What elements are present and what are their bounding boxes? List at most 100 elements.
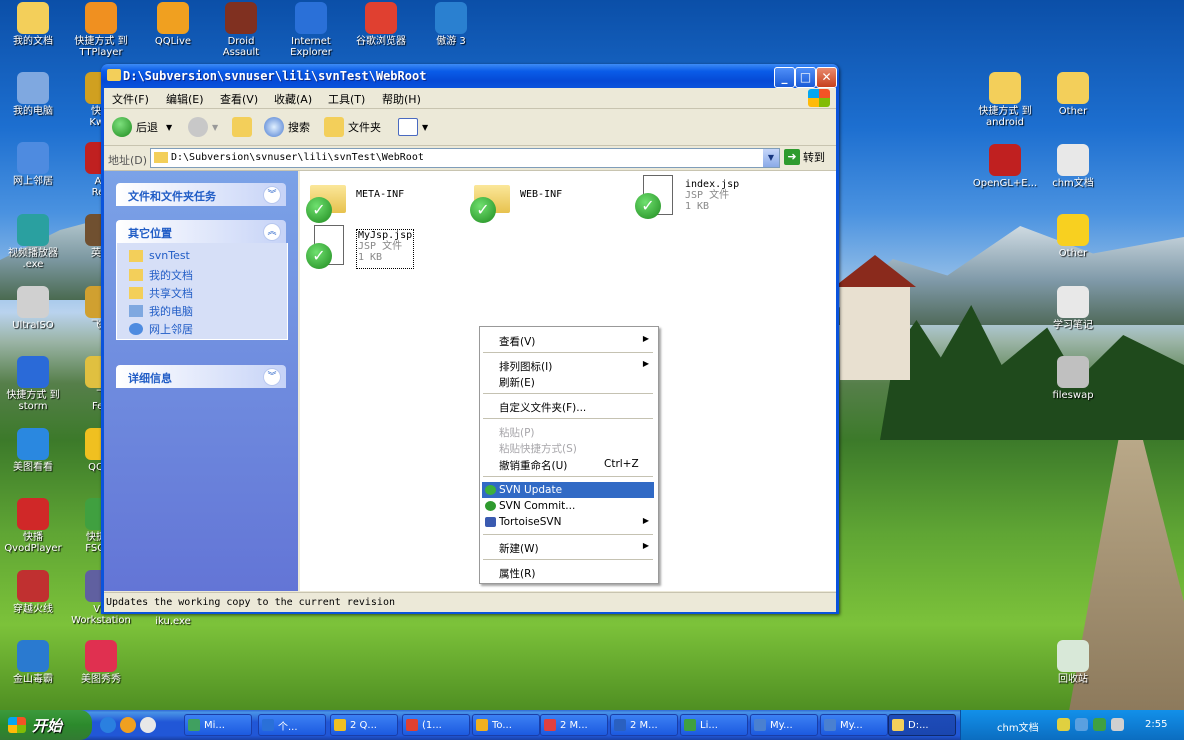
- menu-item-properties[interactable]: 属性(R): [482, 564, 654, 580]
- file-item-web-inf[interactable]: ✓ WEB-INF: [470, 179, 562, 223]
- menu-item-arrange-icons[interactable]: 排列图标(I) ▶: [482, 357, 654, 373]
- link-my-computer[interactable]: 我的电脑: [129, 303, 193, 319]
- desktop-icon-left-7[interactable]: 快播 QvodPlayer: [0, 498, 70, 554]
- collapse-chevron-icon[interactable]: ︽: [263, 223, 281, 241]
- folders-button[interactable]: 文件夹: [324, 115, 381, 139]
- desktop-icon-top-0[interactable]: QQLive: [136, 2, 210, 47]
- desktop-icon-right-4[interactable]: Other: [1036, 214, 1110, 259]
- desktop-icon-right-3[interactable]: chm文档: [1036, 144, 1110, 189]
- menu-file[interactable]: 文件(F): [112, 91, 149, 107]
- desktop-icon-left-5[interactable]: 快捷方式 到 storm: [0, 356, 70, 412]
- up-folder-button[interactable]: [232, 115, 256, 139]
- maximize-button[interactable]: □: [795, 67, 816, 88]
- panel-header-details[interactable]: 详细信息 ︾: [116, 365, 286, 388]
- desktop-icon-left-2[interactable]: 网上邻居: [0, 142, 70, 187]
- desktop-icon-top-2[interactable]: Internet Explorer: [274, 2, 348, 58]
- taskbar-button-7[interactable]: Li...: [680, 714, 748, 736]
- desktop-icon-col2-0[interactable]: 快捷方式 到 TTPlayer: [64, 2, 138, 58]
- menu-favorites[interactable]: 收藏(A): [274, 91, 312, 107]
- quicklaunch-desktop-icon[interactable]: [140, 717, 156, 733]
- desktop-icon-right-0[interactable]: 快捷方式 到 android: [968, 72, 1042, 128]
- taskbar-button-10[interactable]: D:...: [888, 714, 956, 736]
- file-item-index-jsp[interactable]: ✓ index.jsp JSP 文件 1 KB: [635, 175, 739, 219]
- taskbar-button-6[interactable]: 2 M...: [610, 714, 678, 736]
- panel-header-tasks[interactable]: 文件和文件夹任务 ︾: [116, 183, 286, 206]
- back-button[interactable]: 后退 ▼: [112, 115, 172, 139]
- link-network-places[interactable]: 网上邻居: [129, 321, 193, 337]
- menu-item-view[interactable]: 查看(V) ▶: [482, 332, 654, 348]
- app-icon: [17, 570, 49, 602]
- tray-network-icon[interactable]: [1075, 718, 1088, 731]
- link-shared-documents[interactable]: 共享文档: [129, 285, 193, 301]
- minimize-button[interactable]: _: [774, 67, 795, 88]
- quicklaunch-ie-icon[interactable]: [100, 717, 116, 733]
- link-svntest[interactable]: svnTest: [129, 249, 190, 262]
- taskbar-button-8[interactable]: My...: [750, 714, 818, 736]
- expand-chevron-icon[interactable]: ︾: [263, 368, 281, 386]
- file-item-myjsp-jsp[interactable]: ✓ MyJsp.jsp JSP 文件 1 KB: [306, 225, 415, 269]
- desktop-icon-right-2[interactable]: OpenGL+E...: [968, 144, 1042, 189]
- menu-item-label: 撤销重命名(U): [499, 460, 568, 472]
- desktop-icon-right-7[interactable]: 回收站: [1036, 640, 1110, 685]
- task-label: 2 M...: [630, 719, 658, 731]
- desktop-icon-right-1[interactable]: Other: [1036, 72, 1110, 117]
- taskbar-button-2[interactable]: 2 Q...: [330, 714, 398, 736]
- menu-view[interactable]: 查看(V): [220, 91, 258, 107]
- desktop-icon-label: Internet Explorer: [290, 36, 332, 58]
- menu-edit[interactable]: 编辑(E): [166, 91, 204, 107]
- menu-help[interactable]: 帮助(H): [382, 91, 421, 107]
- desktop-icon-iku[interactable]: iku.exe: [136, 616, 210, 627]
- taskbar-button-1[interactable]: 个...: [258, 714, 326, 736]
- desktop-icon-left-9[interactable]: 金山毒霸: [0, 640, 70, 685]
- expand-chevron-icon[interactable]: ︾: [263, 186, 281, 204]
- taskbar-button-0[interactable]: Mi...: [184, 714, 252, 736]
- desktop-icon-left-8[interactable]: 穿越火线: [0, 570, 70, 615]
- go-button[interactable]: ➜ 转到: [784, 149, 825, 165]
- desktop-icon-top-1[interactable]: Droid Assault: [204, 2, 278, 58]
- quicklaunch-app-icon[interactable]: [120, 717, 136, 733]
- desktop-icon-right-5[interactable]: 学习笔记: [1036, 286, 1110, 331]
- window-titlebar[interactable]: D:\Subversion\svnuser\lili\svnTest\WebRo…: [101, 64, 839, 88]
- tray-security-icon[interactable]: [1093, 718, 1106, 731]
- desktop-icon-top-3[interactable]: 谷歌浏览器: [344, 2, 418, 47]
- forward-button[interactable]: ▼: [188, 115, 218, 139]
- desktop-icon-col2-9[interactable]: 美图秀秀: [64, 640, 138, 685]
- desktop-icon-label: chm文档: [1052, 178, 1094, 189]
- menu-item-label: 排列图标(I): [499, 361, 553, 373]
- desktop-icon-left-3[interactable]: 视频播放器 .exe: [0, 214, 70, 270]
- explorer-window[interactable]: D:\Subversion\svnuser\lili\svnTest\WebRo…: [101, 64, 839, 614]
- menu-item-svn-commit[interactable]: SVN Commit...: [482, 498, 654, 514]
- chevron-down-icon[interactable]: ▼: [763, 149, 779, 167]
- menu-item-refresh[interactable]: 刷新(E): [482, 373, 654, 389]
- address-input[interactable]: D:\Subversion\svnuser\lili\svnTest\WebRo…: [150, 148, 780, 168]
- desktop-icon-top-4[interactable]: 傲游 3: [414, 2, 488, 47]
- desktop-icon-left-4[interactable]: UltraISO: [0, 286, 70, 331]
- file-item-meta-inf[interactable]: ✓ META-INF: [306, 179, 404, 223]
- search-button[interactable]: 搜索: [264, 115, 310, 139]
- close-button[interactable]: ✕: [816, 67, 837, 88]
- tray-volume-icon[interactable]: [1111, 718, 1124, 731]
- start-button[interactable]: 开始: [0, 710, 92, 740]
- views-button[interactable]: ▼: [398, 115, 428, 139]
- menu-tools[interactable]: 工具(T): [328, 91, 365, 107]
- taskbar-button-4[interactable]: To...: [472, 714, 540, 736]
- menu-item-new[interactable]: 新建(W) ▶: [482, 539, 654, 555]
- desktop-icon-left-0[interactable]: 我的文档: [0, 2, 70, 47]
- folder-icon: [107, 69, 121, 81]
- menu-item-svn-update[interactable]: SVN Update: [482, 482, 654, 498]
- taskbar-button-5[interactable]: 2 M...: [540, 714, 608, 736]
- menu-item-tortoisesvn[interactable]: TortoiseSVN ▶: [482, 514, 654, 530]
- app-icon: [17, 498, 49, 530]
- menu-item-customize-folder[interactable]: 自定义文件夹(F)...: [482, 398, 654, 414]
- dropdown-arrow-icon[interactable]: ▼: [166, 123, 172, 132]
- menu-item-undo-rename[interactable]: 撤销重命名(U) Ctrl+Z: [482, 456, 654, 472]
- desktop-icon-left-6[interactable]: 美图看看: [0, 428, 70, 473]
- taskbar-button-3[interactable]: (1...: [402, 714, 470, 736]
- link-my-documents[interactable]: 我的文档: [129, 267, 193, 283]
- tray-app-icon[interactable]: [1057, 718, 1070, 731]
- panel-header-other-places[interactable]: 其它位置 ︽: [116, 220, 286, 243]
- address-value: D:\Subversion\svnuser\lili\svnTest\WebRo…: [171, 152, 424, 163]
- desktop-icon-right-6[interactable]: fileswap: [1036, 356, 1110, 401]
- taskbar-button-9[interactable]: My...: [820, 714, 888, 736]
- desktop-icon-left-1[interactable]: 我的电脑: [0, 72, 70, 117]
